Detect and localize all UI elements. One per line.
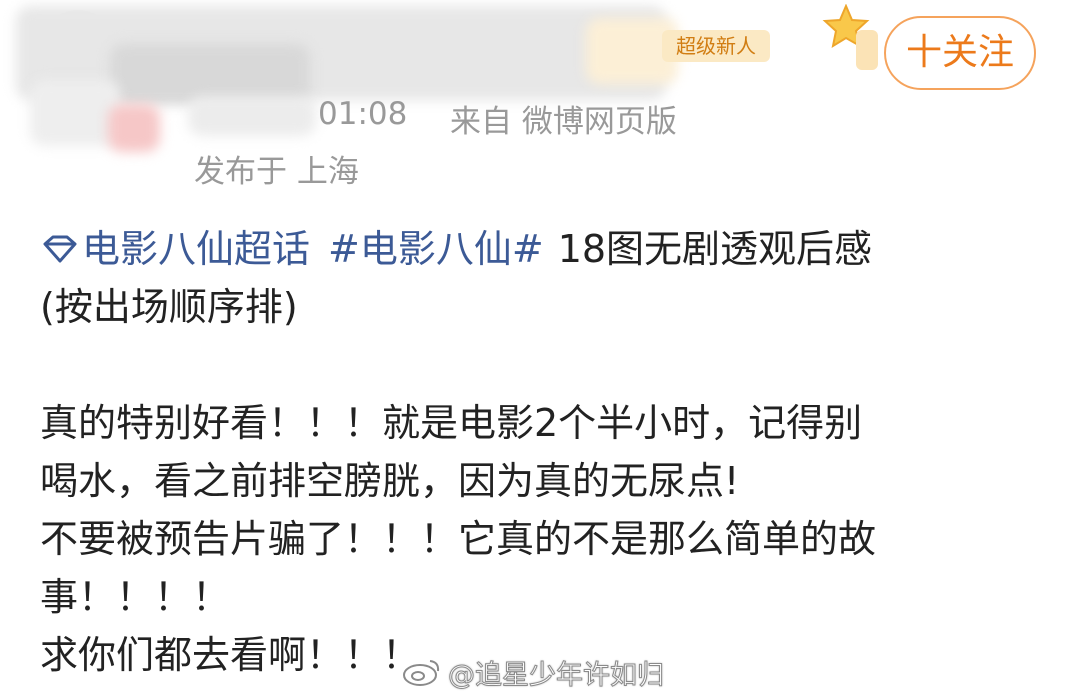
post-source: 来自 微博网页版 <box>450 104 677 140</box>
weibo-post-screenshot: 超级新人 十关注 01:08 来自 微博网页版 发布于 上海 电影八仙超话 #电影… <box>0 0 1076 696</box>
post-title: 18图无剧透观后感 <box>557 227 873 271</box>
blurred-red-patch <box>108 104 160 152</box>
post-body-line: 喝水，看之前排空膀胱，因为真的无尿点! <box>40 459 740 503</box>
watermark: @追星少年许如归 <box>402 654 665 691</box>
post-title-line: 电影八仙超话 #电影八仙# 18图无剧透观后感 <box>40 220 1050 278</box>
post-content: 电影八仙超话 #电影八仙# 18图无剧透观后感 (按出场顺序排) 真的特别好看！！！… <box>40 220 1050 684</box>
post-body-line: 事！！！！ <box>40 575 231 619</box>
follow-button[interactable]: 十关注 <box>884 16 1036 90</box>
weibo-logo-icon <box>403 660 440 686</box>
supertopic-link[interactable]: 电影八仙超话 <box>40 227 310 271</box>
post-body-line: 真的特别好看！！！就是电影2个半小时，记得别 <box>40 401 863 445</box>
post-body-line: 不要被预告片骗了！！！它真的不是那么简单的故 <box>40 517 877 561</box>
star-badge-icon <box>822 4 878 70</box>
blurred-avatar-area <box>30 80 120 146</box>
blurred-username-overlay <box>110 44 310 104</box>
hashtag-link[interactable]: #电影八仙# <box>328 227 544 271</box>
supertopic-label: 电影八仙超话 <box>82 227 311 271</box>
post-time: 01:08 <box>318 96 408 132</box>
post-title-line-2: (按出场顺序排) <box>40 285 298 329</box>
watermark-text: @追星少年许如归 <box>448 659 665 691</box>
post-location: 发布于 上海 <box>194 154 359 190</box>
diamond-icon <box>43 235 77 263</box>
blurred-time-area <box>188 96 316 136</box>
super-newbie-badge: 超级新人 <box>662 30 770 62</box>
